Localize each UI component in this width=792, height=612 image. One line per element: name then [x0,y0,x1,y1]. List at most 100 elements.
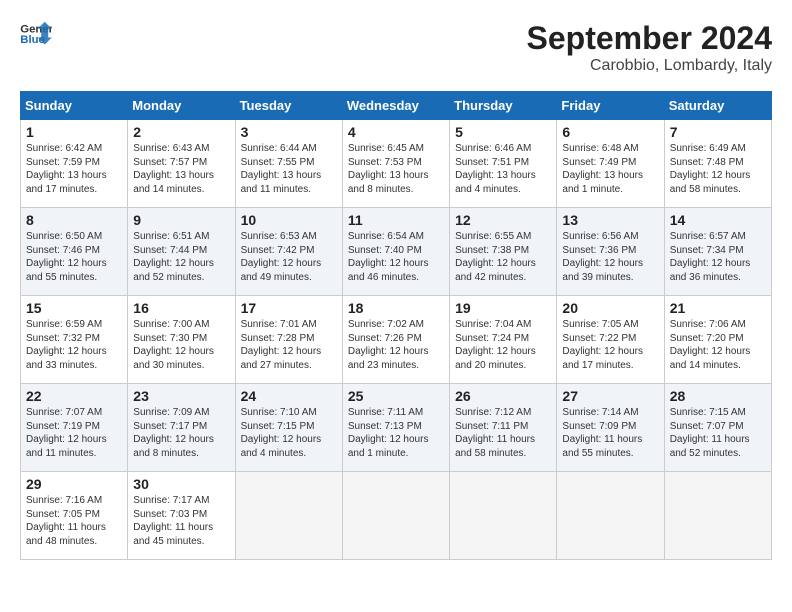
calendar-cell: 1 Sunrise: 6:42 AM Sunset: 7:59 PM Daylig… [21,120,128,208]
calendar-cell [664,472,771,560]
calendar-cell: 3 Sunrise: 6:44 AM Sunset: 7:55 PM Daylig… [235,120,342,208]
cell-info: Sunrise: 6:45 AM Sunset: 7:53 PM Dayligh… [348,142,444,196]
month-year: September 2024 [527,20,772,57]
day-number: 11 [348,212,444,228]
cell-info: Sunrise: 6:56 AM Sunset: 7:36 PM Dayligh… [562,230,658,284]
logo: General Blue [20,20,52,48]
calendar-cell: 23Sunrise: 7:09 AM Sunset: 7:17 PM Dayli… [128,384,235,472]
calendar-week-row: 1 Sunrise: 6:42 AM Sunset: 7:59 PM Daylig… [21,120,772,208]
cell-info: Sunrise: 6:44 AM Sunset: 7:55 PM Dayligh… [241,142,337,196]
day-number: 5 [455,124,551,140]
cell-info: Sunrise: 7:00 AM Sunset: 7:30 PM Dayligh… [133,318,229,372]
day-number: 7 [670,124,766,140]
calendar-cell: 7 Sunrise: 6:49 AM Sunset: 7:48 PM Daylig… [664,120,771,208]
day-number: 17 [241,300,337,316]
calendar-cell [342,472,449,560]
calendar-cell [235,472,342,560]
calendar-cell: 30 Sunrise: 7:17 AM Sunset: 7:03 PM Dayli… [128,472,235,560]
calendar-cell: 13 Sunrise: 6:56 AM Sunset: 7:36 PM Dayli… [557,208,664,296]
calendar-cell: 29Sunrise: 7:16 AM Sunset: 7:05 PM Dayli… [21,472,128,560]
calendar-body: 1 Sunrise: 6:42 AM Sunset: 7:59 PM Daylig… [21,120,772,560]
calendar-week-row: 8Sunrise: 6:50 AM Sunset: 7:46 PM Daylig… [21,208,772,296]
day-number: 19 [455,300,551,316]
cell-info: Sunrise: 6:43 AM Sunset: 7:57 PM Dayligh… [133,142,229,196]
cell-info: Sunrise: 6:48 AM Sunset: 7:49 PM Dayligh… [562,142,658,196]
cell-info: Sunrise: 7:11 AM Sunset: 7:13 PM Dayligh… [348,406,444,460]
calendar-cell: 28 Sunrise: 7:15 AM Sunset: 7:07 PM Dayli… [664,384,771,472]
day-number: 16 [133,300,229,316]
day-number: 25 [348,388,444,404]
cell-info: Sunrise: 7:05 AM Sunset: 7:22 PM Dayligh… [562,318,658,372]
calendar-cell: 17 Sunrise: 7:01 AM Sunset: 7:28 PM Dayli… [235,296,342,384]
cell-info: Sunrise: 6:46 AM Sunset: 7:51 PM Dayligh… [455,142,551,196]
weekday-header-cell: Friday [557,92,664,120]
location: Carobbio, Lombardy, Italy [527,57,772,75]
day-number: 14 [670,212,766,228]
calendar-cell: 25 Sunrise: 7:11 AM Sunset: 7:13 PM Dayli… [342,384,449,472]
cell-info: Sunrise: 6:51 AM Sunset: 7:44 PM Dayligh… [133,230,229,284]
calendar-cell: 24Sunrise: 7:10 AM Sunset: 7:15 PM Dayli… [235,384,342,472]
calendar-week-row: 22 Sunrise: 7:07 AM Sunset: 7:19 PM Dayli… [21,384,772,472]
weekday-header-cell: Saturday [664,92,771,120]
day-number: 10 [241,212,337,228]
calendar-cell: 19 Sunrise: 7:04 AM Sunset: 7:24 PM Dayli… [450,296,557,384]
calendar-cell: 6 Sunrise: 6:48 AM Sunset: 7:49 PM Daylig… [557,120,664,208]
weekday-header-cell: Thursday [450,92,557,120]
calendar-cell: 20 Sunrise: 7:05 AM Sunset: 7:22 PM Dayli… [557,296,664,384]
calendar-cell: 14 Sunrise: 6:57 AM Sunset: 7:34 PM Dayli… [664,208,771,296]
weekday-header-cell: Wednesday [342,92,449,120]
calendar-week-row: 29Sunrise: 7:16 AM Sunset: 7:05 PM Dayli… [21,472,772,560]
cell-info: Sunrise: 6:49 AM Sunset: 7:48 PM Dayligh… [670,142,766,196]
cell-info: Sunrise: 7:01 AM Sunset: 7:28 PM Dayligh… [241,318,337,372]
calendar-cell: 9 Sunrise: 6:51 AM Sunset: 7:44 PM Daylig… [128,208,235,296]
calendar-cell: 15 Sunrise: 6:59 AM Sunset: 7:32 PM Dayli… [21,296,128,384]
calendar-cell: 4 Sunrise: 6:45 AM Sunset: 7:53 PM Daylig… [342,120,449,208]
calendar-cell: 11Sunrise: 6:54 AM Sunset: 7:40 PM Dayli… [342,208,449,296]
cell-info: Sunrise: 7:15 AM Sunset: 7:07 PM Dayligh… [670,406,766,460]
calendar-cell: 8Sunrise: 6:50 AM Sunset: 7:46 PM Daylig… [21,208,128,296]
day-number: 24 [241,388,337,404]
day-number: 2 [133,124,229,140]
day-number: 9 [133,212,229,228]
cell-info: Sunrise: 6:59 AM Sunset: 7:32 PM Dayligh… [26,318,122,372]
calendar-cell: 22 Sunrise: 7:07 AM Sunset: 7:19 PM Dayli… [21,384,128,472]
cell-info: Sunrise: 7:12 AM Sunset: 7:11 PM Dayligh… [455,406,551,460]
cell-info: Sunrise: 6:42 AM Sunset: 7:59 PM Dayligh… [26,142,122,196]
day-number: 27 [562,388,658,404]
cell-info: Sunrise: 6:53 AM Sunset: 7:42 PM Dayligh… [241,230,337,284]
day-number: 28 [670,388,766,404]
day-number: 6 [562,124,658,140]
calendar-cell: 12 Sunrise: 6:55 AM Sunset: 7:38 PM Dayli… [450,208,557,296]
day-number: 22 [26,388,122,404]
cell-info: Sunrise: 7:06 AM Sunset: 7:20 PM Dayligh… [670,318,766,372]
calendar-cell: 18Sunrise: 7:02 AM Sunset: 7:26 PM Dayli… [342,296,449,384]
day-number: 15 [26,300,122,316]
day-number: 1 [26,124,122,140]
day-number: 4 [348,124,444,140]
calendar-cell [450,472,557,560]
cell-info: Sunrise: 7:14 AM Sunset: 7:09 PM Dayligh… [562,406,658,460]
cell-info: Sunrise: 6:55 AM Sunset: 7:38 PM Dayligh… [455,230,551,284]
cell-info: Sunrise: 6:57 AM Sunset: 7:34 PM Dayligh… [670,230,766,284]
calendar-cell: 16 Sunrise: 7:00 AM Sunset: 7:30 PM Dayli… [128,296,235,384]
calendar-cell: 2 Sunrise: 6:43 AM Sunset: 7:57 PM Daylig… [128,120,235,208]
calendar-table: SundayMondayTuesdayWednesdayThursdayFrid… [20,91,772,560]
title-block: September 2024 Carobbio, Lombardy, Italy [527,20,772,75]
day-number: 3 [241,124,337,140]
day-number: 18 [348,300,444,316]
cell-info: Sunrise: 7:07 AM Sunset: 7:19 PM Dayligh… [26,406,122,460]
day-number: 13 [562,212,658,228]
calendar-cell: 10 Sunrise: 6:53 AM Sunset: 7:42 PM Dayli… [235,208,342,296]
calendar-cell [557,472,664,560]
cell-info: Sunrise: 6:50 AM Sunset: 7:46 PM Dayligh… [26,230,122,284]
cell-info: Sunrise: 7:04 AM Sunset: 7:24 PM Dayligh… [455,318,551,372]
day-number: 12 [455,212,551,228]
calendar-cell: 5 Sunrise: 6:46 AM Sunset: 7:51 PM Daylig… [450,120,557,208]
weekday-header-row: SundayMondayTuesdayWednesdayThursdayFrid… [21,92,772,120]
day-number: 30 [133,476,229,492]
day-number: 26 [455,388,551,404]
cell-info: Sunrise: 7:17 AM Sunset: 7:03 PM Dayligh… [133,494,229,548]
weekday-header-cell: Sunday [21,92,128,120]
day-number: 20 [562,300,658,316]
calendar-cell: 21Sunrise: 7:06 AM Sunset: 7:20 PM Dayli… [664,296,771,384]
